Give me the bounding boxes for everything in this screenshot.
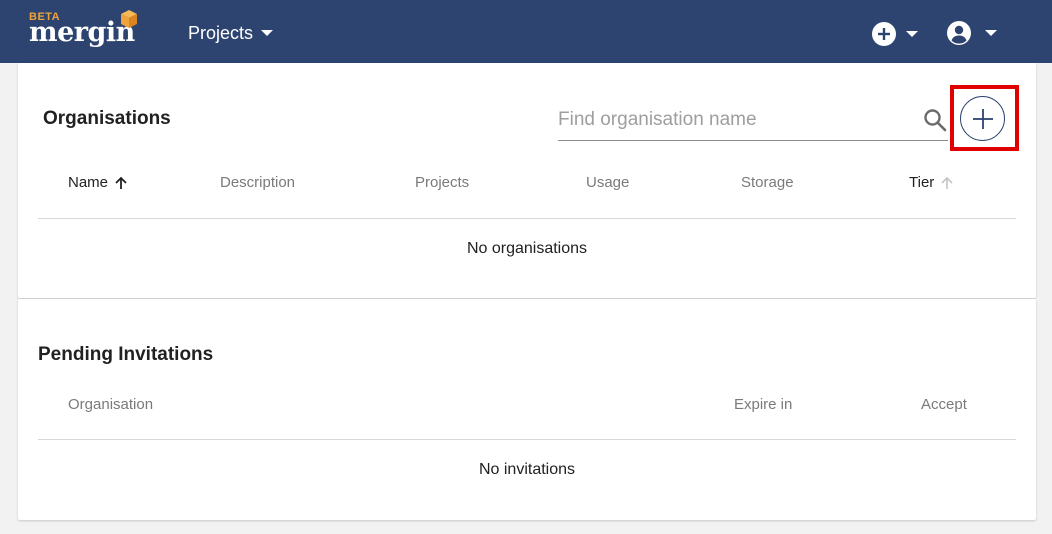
column-header-description-label: Description [220,174,296,191]
pending-invitations-card: Pending Invitations Organisation Expire … [18,299,1036,520]
plus-icon [972,108,993,129]
chevron-down-icon [261,30,274,36]
column-header-storage[interactable]: Storage [741,174,794,191]
create-menu-button[interactable] [871,21,918,47]
column-header-accept[interactable]: Accept [921,396,967,413]
organisation-search-input[interactable] [558,105,908,135]
projects-menu-label: Projects [188,22,254,43]
column-header-storage-label: Storage [741,174,794,191]
no-organisations-message: No organisations [466,240,588,257]
projects-menu[interactable]: Projects [188,20,274,46]
pending-invitations-title: Pending Invitations [38,344,214,365]
column-header-name-label: Name [68,174,109,191]
column-header-usage-label: Usage [586,174,630,191]
arrow-up-icon [115,176,127,189]
mergin-logo[interactable]: BETA mergin [29,8,141,56]
account-menu-button[interactable] [946,20,997,46]
account-circle-icon [947,21,971,45]
no-invitations-message: No invitations [478,461,576,478]
organisation-search [558,101,948,141]
column-header-projects[interactable]: Projects [415,174,469,191]
column-header-accept-label: Accept [921,396,967,413]
top-app-bar: BETA mergin Projects [0,0,1052,63]
chevron-down-icon [906,31,918,37]
column-header-expire[interactable]: Expire in [734,396,792,413]
column-header-projects-label: Projects [415,174,470,191]
organisations-title: Organisations [43,108,171,129]
add-organisation-button[interactable] [960,96,1005,141]
column-header-description[interactable]: Description [220,174,295,191]
column-header-organisation[interactable]: Organisation [68,396,153,413]
chevron-down-icon [985,30,997,36]
arrow-up-icon [941,176,953,189]
column-header-usage[interactable]: Usage [586,174,629,191]
column-header-organisation-label: Organisation [68,396,154,413]
search-icon[interactable] [922,107,948,133]
plus-circle-icon [872,22,896,46]
column-header-tier-label: Tier [909,174,935,191]
table-divider [38,218,1016,219]
column-header-tier[interactable]: Tier [909,174,954,191]
organisations-card: Organisations Name Description Projects … [18,63,1036,298]
cube-icon [121,10,137,28]
column-header-name[interactable]: Name [68,174,128,191]
table-divider [38,439,1016,440]
column-header-expire-label: Expire in [734,396,793,413]
